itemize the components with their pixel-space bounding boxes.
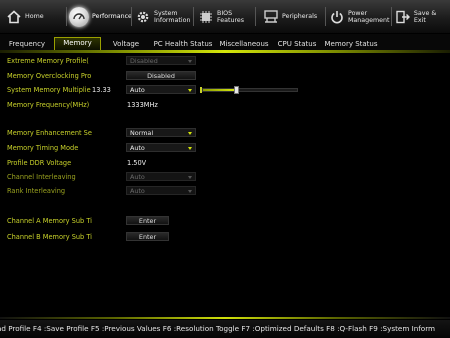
menu-peripherals[interactable]: Peripherals [263,0,317,33]
setting-label: Memory Overclocking Pro [7,72,92,80]
setting-extreme-memory-profile[interactable]: Extreme Memory Profile( Disabled [0,55,450,67]
setting-label: Rank Interleaving [7,187,66,195]
chevron-down-icon [188,190,192,193]
setting-label: Profile DDR Voltage [7,159,72,167]
channel-interleaving-dropdown: Auto [126,172,196,181]
memory-timing-mode-dropdown[interactable]: Auto [126,143,196,152]
setting-memory-overclocking[interactable]: Memory Overclocking Pro Disabled [0,70,450,82]
setting-system-memory-multiplier[interactable]: System Memory Multiplie 13.33 Auto [0,84,450,96]
menu-power-management-label: Power Management [348,9,390,24]
menu-home-label: Home [25,13,44,20]
menu-system-information[interactable]: System Information [135,0,190,33]
tab-voltage[interactable]: Voltage [110,38,142,50]
menu-save-exit[interactable]: Save & Exit [395,0,450,33]
gear-icon [135,9,151,25]
menu-divider [131,7,132,26]
menu-save-exit-label: Save & Exit [413,9,437,24]
setting-channel-b-sub-timings[interactable]: Channel B Memory Sub Ti Enter [0,231,450,243]
rank-interleaving-dropdown: Auto [126,186,196,195]
setting-label: Memory Enhancement Se [7,129,92,137]
memory-enhancement-dropdown[interactable]: Normal [126,128,196,137]
dropdown-value: Normal [130,129,154,137]
power-icon [329,9,345,25]
speedometer-icon [69,6,89,27]
hotkey-text: ad Profile F4 :Save Profile F5 :Previous… [0,324,436,333]
menu-performance-label: Performance [92,13,132,20]
peripherals-icon [263,9,279,25]
home-icon [6,9,22,25]
memory-multiplier-dropdown[interactable]: Auto [126,85,196,94]
memory-frequency-value: 1333MHz [127,101,158,109]
setting-label: Channel A Memory Sub Ti [7,217,92,225]
profile-ddr-voltage-value: 1.50V [127,159,147,167]
setting-rank-interleaving[interactable]: Rank Interleaving Auto [0,185,450,197]
chevron-down-icon [188,176,192,179]
dropdown-value: Auto [130,144,145,152]
channel-b-enter-button[interactable]: Enter [126,232,169,241]
exit-icon [395,9,411,25]
setting-channel-interleaving[interactable]: Channel Interleaving Auto [0,171,450,183]
multiplier-current-value: 13.33 [92,86,111,94]
setting-label: Channel Interleaving [7,173,76,181]
tab-memory-status[interactable]: Memory Status [323,38,379,50]
top-menu-bar: Home Performance System Information BIOS… [0,0,450,34]
menu-bios-features[interactable]: BIOS Features [198,0,244,33]
menu-performance[interactable]: Performance [69,0,132,33]
menu-divider [66,7,67,26]
menu-system-information-label: System Information [154,9,191,24]
chevron-down-icon [188,147,192,150]
tab-pc-health-status[interactable]: PC Health Status [152,38,214,50]
menu-bios-features-label: BIOS Features [217,9,245,24]
menu-divider [325,7,326,26]
bottom-glow-line [0,317,450,319]
setting-label: Extreme Memory Profile( [7,57,89,65]
hotkey-bar: ad Profile F4 :Save Profile F5 :Previous… [0,320,450,338]
menu-power-management[interactable]: Power Management [329,0,389,33]
slider-start-tick [200,87,202,93]
tab-cpu-status[interactable]: CPU Status [276,38,318,50]
chip-icon [198,9,214,25]
setting-label: System Memory Multiplie [7,86,91,94]
setting-label: Memory Timing Mode [7,144,79,152]
menu-divider [255,7,256,26]
memory-overclocking-button[interactable]: Disabled [126,71,196,80]
setting-memory-enhancement[interactable]: Memory Enhancement Se Normal [0,127,450,139]
setting-label: Memory Frequency(MHz) [7,101,90,109]
channel-a-enter-button[interactable]: Enter [126,216,169,225]
chevron-down-icon [188,89,192,92]
tab-miscellaneous[interactable]: Miscellaneous [219,38,269,50]
menu-divider [391,7,392,26]
menu-peripherals-label: Peripherals [282,13,318,20]
dropdown-value: Auto [130,173,145,181]
setting-memory-timing-mode[interactable]: Memory Timing Mode Auto [0,142,450,154]
chevron-down-icon [188,60,192,63]
extreme-memory-profile-dropdown: Disabled [126,56,196,65]
tab-bar-glow-line [0,50,450,53]
tab-frequency[interactable]: Frequency [8,38,46,50]
slider-fill [203,89,236,91]
menu-home[interactable]: Home [6,0,44,33]
setting-memory-frequency: Memory Frequency(MHz) 1333MHz [0,99,450,111]
dropdown-value: Auto [130,86,145,94]
dropdown-value: Auto [130,187,145,195]
tab-memory[interactable]: Memory [54,37,101,51]
memory-multiplier-slider[interactable] [200,86,298,94]
setting-label: Channel B Memory Sub Ti [7,233,93,241]
chevron-down-icon [188,132,192,135]
sub-tab-bar: Frequency Memory Voltage PC Health Statu… [0,34,450,53]
slider-thumb[interactable] [233,86,239,94]
dropdown-value: Disabled [130,57,158,65]
setting-profile-ddr-voltage: Profile DDR Voltage 1.50V [0,157,450,169]
setting-channel-a-sub-timings[interactable]: Channel A Memory Sub Ti Enter [0,215,450,227]
menu-divider [193,7,194,26]
